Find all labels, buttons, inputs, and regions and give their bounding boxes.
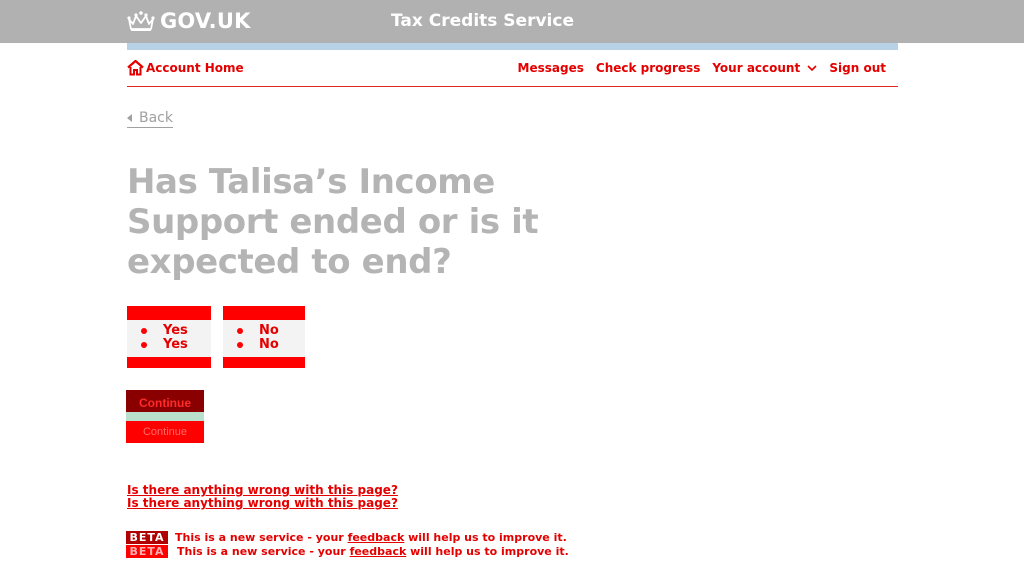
nav-messages-link[interactable]: Messages	[518, 61, 584, 75]
radio-yes-row-shadow: Yes	[141, 337, 188, 352]
radio-no-label: No	[259, 323, 279, 338]
govuk-logo-text: GOV.UK	[160, 9, 251, 33]
radio-yes-label-shadow: Yes	[163, 337, 188, 352]
account-navigation: Account Home Messages Check progress You…	[127, 50, 898, 87]
back-arrow-icon	[127, 114, 132, 122]
beta-text-after: will help us to improve it.	[404, 531, 567, 544]
radio-option-yes[interactable]: Yes Yes	[127, 306, 211, 368]
radio-no-dot-shadow	[237, 341, 243, 348]
continue-button-divider	[126, 412, 204, 421]
radio-no-row: No	[237, 323, 279, 338]
service-name[interactable]: Tax Credits Service	[391, 11, 574, 31]
continue-button-label: Continue	[126, 390, 204, 412]
beta-text-before-shadow: This is a new service - your	[177, 545, 350, 558]
radio-yes-dot[interactable]	[141, 327, 147, 334]
beta-text-before: This is a new service - your	[175, 531, 348, 544]
beta-text: This is a new service - your feedback wi…	[175, 531, 567, 544]
page-heading: Has Talisa’s Income Support ended or is …	[127, 162, 539, 282]
crown-icon	[127, 11, 155, 31]
radio-yes-row: Yes	[141, 323, 188, 338]
chevron-down-icon	[807, 65, 817, 72]
nav-account-home-link[interactable]: Account Home	[146, 61, 244, 75]
radio-no-dot[interactable]	[237, 327, 243, 334]
beta-tag: BETA	[126, 531, 168, 544]
report-problem-link[interactable]: Is there anything wrong with this page?	[127, 483, 398, 497]
radio-no-row-shadow: No	[237, 337, 279, 352]
radio-no-label-shadow: No	[259, 337, 279, 352]
radio-yes-dot-shadow	[141, 341, 147, 348]
continue-button-label-shadow: Continue	[126, 421, 204, 443]
nav-home: Account Home	[127, 59, 244, 76]
radio-option-no-inner: No No	[223, 320, 305, 357]
feedback-link[interactable]: feedback	[348, 531, 405, 544]
radio-option-no[interactable]: No No	[223, 306, 305, 368]
beta-banner: BETA This is a new service - your feedba…	[126, 531, 567, 544]
back-link-label: Back	[139, 110, 173, 126]
feedback-link-shadow[interactable]: feedback	[350, 545, 407, 558]
radio-yes-label: Yes	[163, 323, 188, 338]
nav-sign-out-link[interactable]: Sign out	[829, 61, 886, 75]
nav-right-links: Messages Check progress Your account Sig…	[506, 61, 886, 75]
beta-banner-shadow: BETA This is a new service - your feedba…	[126, 545, 569, 558]
nav-your-account-label: Your account	[712, 61, 801, 75]
radio-option-yes-inner: Yes Yes	[127, 320, 211, 357]
report-problem-link-shadow[interactable]: Is there anything wrong with this page?	[127, 496, 398, 510]
continue-button[interactable]: Continue Continue	[126, 390, 204, 443]
beta-tag-shadow: BETA	[126, 545, 168, 558]
phase-bar	[127, 43, 898, 50]
nav-check-progress-link[interactable]: Check progress	[596, 61, 700, 75]
govuk-logo-link[interactable]: GOV.UK	[127, 8, 251, 34]
beta-text-shadow: This is a new service - your feedback wi…	[177, 545, 569, 558]
beta-text-after-shadow: will help us to improve it.	[406, 545, 569, 558]
nav-your-account-link[interactable]: Your account	[712, 61, 817, 75]
home-icon	[127, 59, 144, 76]
gov-header: GOV.UK Tax Credits Service	[0, 0, 1024, 43]
back-link[interactable]: Back	[127, 110, 173, 128]
